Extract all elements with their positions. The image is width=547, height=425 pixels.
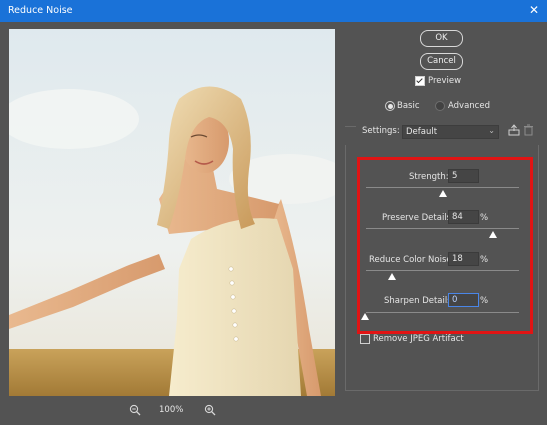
preserve-details-input[interactable]: 84 [448,210,479,224]
settings-select[interactable]: Default ⌄ [402,125,499,139]
strength-track[interactable] [366,187,519,188]
save-preset-icon[interactable] [508,124,520,139]
ok-button[interactable]: OK [420,30,463,47]
reduce-color-noise-unit: % [480,255,489,265]
preserve-details-track[interactable] [366,228,519,229]
reduce-color-noise-track[interactable] [366,270,519,271]
zoom-out-icon[interactable] [129,404,141,416]
title-bar: Reduce Noise ✕ [0,0,547,22]
preserve-details-label: Preserve Details: [382,213,454,223]
advanced-label: Advanced [448,101,490,111]
preserve-details-slider-thumb[interactable] [489,231,497,238]
zoom-in-icon[interactable] [204,404,216,416]
settings-value: Default [406,127,438,137]
sharpen-details-input[interactable]: 0 [448,293,479,307]
preview-checkbox[interactable] [415,76,425,86]
settings-label: Settings: [362,126,400,136]
remove-jpeg-label: Remove JPEG Artifact [373,334,464,344]
reduce-color-noise-label: Reduce Color Noise: [369,255,455,265]
reduce-color-noise-slider-thumb[interactable] [388,273,396,280]
sharpen-details-unit: % [480,296,489,306]
close-icon[interactable]: ✕ [529,3,539,17]
strength-slider-thumb[interactable] [439,190,447,197]
preview-photo [9,29,335,396]
strength-input[interactable]: 5 [448,169,479,183]
preserve-details-unit: % [480,213,489,223]
sharpen-details-label: Sharpen Details: [384,296,455,306]
zoom-level: 100% [159,405,184,415]
sharpen-details-slider-thumb[interactable] [361,313,369,320]
group-border-left [345,126,356,127]
advanced-radio[interactable] [435,101,445,111]
reduce-color-noise-input[interactable]: 18 [448,252,479,266]
preview-image[interactable] [9,29,335,396]
sharpen-details-track[interactable] [366,312,519,313]
remove-jpeg-checkbox[interactable] [360,334,370,344]
trash-icon[interactable] [523,124,534,139]
window-title: Reduce Noise [8,5,73,16]
chevron-down-icon: ⌄ [488,126,495,135]
cancel-button[interactable]: Cancel [420,53,463,70]
basic-label: Basic [397,101,420,111]
zoom-bar: 100% [129,404,229,418]
highlight-box [357,157,533,334]
preview-label: Preview [428,76,462,86]
basic-radio[interactable] [385,101,395,111]
strength-label: Strength: [409,172,449,182]
